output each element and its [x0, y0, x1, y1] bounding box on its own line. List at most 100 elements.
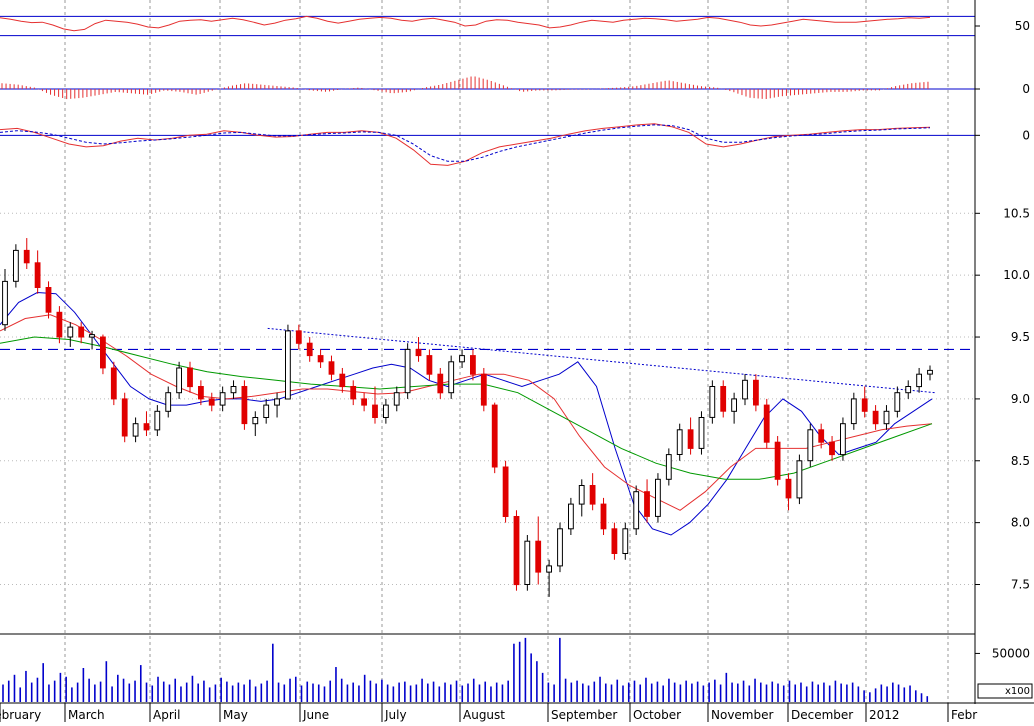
candle-body — [927, 369, 933, 375]
candle-body — [274, 398, 280, 406]
candle-body — [263, 404, 270, 419]
candle-body — [622, 528, 629, 554]
candle-body — [143, 423, 150, 431]
y-tick-label: 9.5 — [1011, 330, 1030, 344]
candle-body — [230, 386, 237, 394]
month-label: April — [153, 708, 180, 722]
month-label: November — [711, 708, 773, 722]
moving-average-long — [0, 336, 933, 480]
volume-panel — [2, 637, 929, 702]
month-label: February — [0, 708, 41, 722]
candle-body — [720, 386, 727, 412]
candle-body — [328, 361, 335, 375]
chart-canvas: 50 0 0 10.5 10.0 9.5 9.0 8.5 8.0 7.5 50000 x100 Feb… — [0, 0, 1034, 722]
candle-body — [154, 410, 161, 431]
candle-body — [861, 398, 868, 412]
candle-body — [437, 373, 444, 394]
candle-body — [894, 392, 901, 412]
oscillator-line — [0, 15, 931, 32]
candle-body — [687, 429, 694, 449]
candle-body — [611, 528, 618, 554]
candle-body — [100, 336, 106, 369]
month-label: September — [551, 708, 617, 722]
candle-body — [317, 355, 324, 363]
y-tick-label: 8.0 — [1011, 516, 1030, 530]
candle-body — [176, 367, 182, 394]
candle-body — [753, 379, 759, 406]
stock-chart: 50 0 0 10.5 10.0 9.5 9.0 8.5 8.0 7.5 50000 x100 Feb… — [0, 0, 1034, 722]
candle-body — [905, 386, 912, 394]
candle-body — [535, 540, 542, 573]
trendline — [267, 327, 936, 394]
candle-body — [676, 429, 683, 455]
candle-body — [807, 429, 814, 462]
candle-body — [840, 423, 846, 456]
candle-body — [524, 540, 531, 586]
candle-body — [121, 398, 128, 437]
y-tick-label: 0 — [1022, 82, 1030, 96]
y-tick-label: 9.0 — [1011, 392, 1030, 406]
candle-body — [785, 478, 792, 499]
candle-body — [763, 404, 770, 443]
candle-body — [546, 565, 553, 573]
candle-body — [883, 410, 890, 425]
candle-body — [372, 404, 378, 419]
candle-body — [829, 441, 835, 456]
candle-body — [67, 326, 74, 338]
month-label: Febr — [951, 708, 977, 722]
candle-body — [774, 441, 781, 480]
candle-body — [404, 348, 411, 394]
candle-body — [600, 503, 607, 530]
month-label: October — [633, 708, 681, 722]
candle-body — [89, 334, 95, 338]
candle-body — [426, 355, 433, 375]
volume-unit-label: x100 — [1005, 686, 1030, 697]
candle-body — [698, 417, 705, 449]
month-label: May — [223, 708, 248, 722]
month-label: August — [463, 708, 505, 722]
month-label: March — [68, 708, 105, 722]
candle-body — [383, 404, 389, 419]
candle-body — [731, 398, 738, 412]
candle-body — [665, 454, 672, 480]
candle-body — [2, 280, 8, 326]
candle-body — [132, 423, 139, 437]
month-label: December — [791, 708, 853, 722]
candle-body — [34, 262, 41, 288]
candle-body — [361, 398, 368, 406]
y-tick-label: 10.5 — [1003, 206, 1030, 220]
candle-body — [110, 367, 117, 400]
macd-line — [0, 123, 931, 166]
candle-body — [916, 373, 923, 388]
candle-body — [78, 326, 85, 338]
candle-body — [393, 392, 400, 406]
candle-body — [23, 249, 30, 264]
candle-body — [165, 392, 172, 412]
candle-body — [872, 410, 879, 425]
candle-body — [459, 355, 465, 363]
y-tick-label: 10.0 — [1003, 268, 1030, 282]
y-tick-label: 0 — [1022, 128, 1030, 142]
month-axis: February March April May June July August Septe… — [0, 703, 977, 722]
candle-body — [644, 491, 650, 517]
price-panel — [0, 238, 975, 597]
month-label: July — [384, 708, 407, 722]
y-tick-label: 8.5 — [1011, 454, 1030, 468]
candle-body — [295, 330, 302, 344]
y-tick-label: 7.5 — [1011, 578, 1030, 592]
candle-body — [578, 485, 585, 505]
candle-body — [252, 417, 259, 425]
right-axis: 50 0 0 10.5 10.0 9.5 9.0 8.5 8.0 7.5 50000 x100 — [0, 0, 1034, 704]
candle-body — [187, 367, 193, 388]
candle-body — [285, 330, 291, 400]
candle-body — [45, 287, 52, 313]
moving-average-medium — [0, 314, 933, 511]
candle-body — [709, 386, 716, 418]
candle-body — [350, 386, 357, 400]
macd-signal-line — [0, 124, 931, 162]
candle-body — [56, 311, 63, 338]
candle-body — [13, 249, 19, 282]
candle-body — [513, 516, 520, 586]
candle-body — [633, 491, 640, 530]
candle-body — [415, 348, 422, 357]
